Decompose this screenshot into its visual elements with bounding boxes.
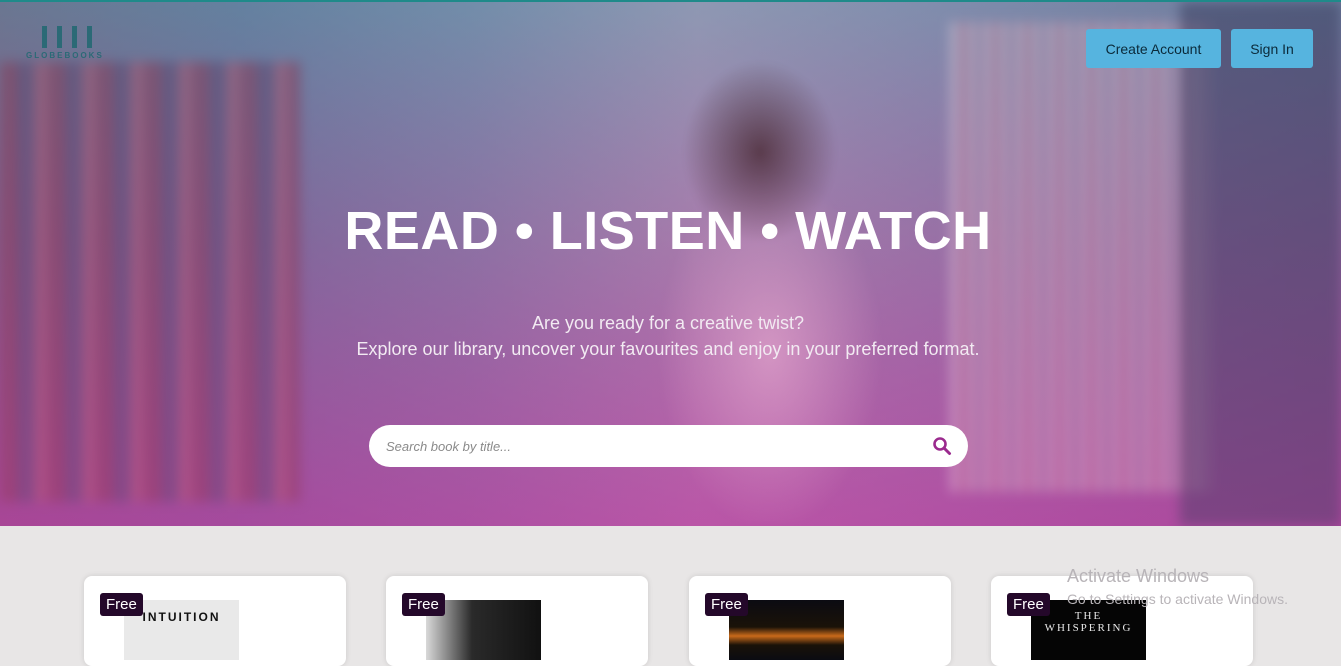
search-bar	[369, 425, 968, 467]
book-card[interactable]: Free	[689, 576, 951, 666]
watermark-line2: Go to Settings to activate Windows.	[1067, 591, 1288, 607]
hero-banner: GLOBEBOOKS Create Account Sign In READ •…	[0, 2, 1341, 526]
free-badge: Free	[1007, 593, 1050, 616]
hero-subtitle-line2: Explore our library, uncover your favour…	[356, 339, 980, 359]
search-icon[interactable]	[932, 436, 952, 456]
windows-activation-watermark: Activate Windows Go to Settings to activ…	[1067, 566, 1288, 607]
brand-logo[interactable]: GLOBEBOOKS	[26, 26, 126, 66]
hero-subtitle-line1: Are you ready for a creative twist?	[531, 313, 805, 333]
book-card[interactable]: Free	[386, 576, 648, 666]
logo-bars-icon	[42, 26, 126, 48]
hero-headline: READ • LISTEN • WATCH	[344, 201, 992, 261]
free-badge: Free	[402, 593, 445, 616]
create-account-button[interactable]: Create Account	[1086, 29, 1221, 68]
free-badge: Free	[100, 593, 143, 616]
sign-in-button[interactable]: Sign In	[1231, 29, 1313, 68]
free-badge: Free	[705, 593, 748, 616]
watermark-line1: Activate Windows	[1067, 566, 1210, 586]
logo-text: GLOBEBOOKS	[26, 51, 104, 60]
book-card[interactable]: Free INTUITION	[84, 576, 346, 666]
search-input[interactable]	[384, 430, 918, 462]
